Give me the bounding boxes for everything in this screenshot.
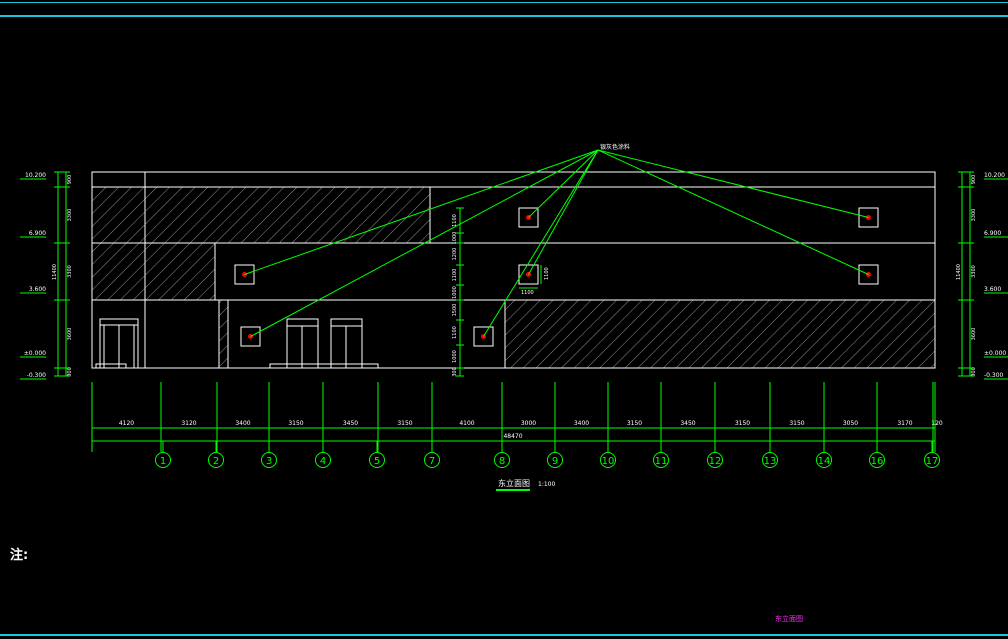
vertical-dim-label: 3300 <box>67 209 73 222</box>
level-label: ±0.000 <box>984 350 1006 357</box>
axis-label: 1 <box>160 456 166 467</box>
axis-label: 4 <box>320 456 326 467</box>
dim-label: 3450 <box>343 420 358 427</box>
dim-label: 3450 <box>680 420 695 427</box>
axis-label: 10 <box>602 456 615 467</box>
level-label: 3.600 <box>984 286 1001 293</box>
axis-label: 5 <box>374 456 380 467</box>
leader-line <box>597 149 869 218</box>
hatch-upper-left <box>91 186 431 244</box>
axis-label: 13 <box>764 456 777 467</box>
window-dim-label-v: 1100 <box>544 267 550 280</box>
mid-vertical-dim-label: 1200 <box>452 248 458 261</box>
axis-label: 11 <box>655 456 668 467</box>
dim-label: 3050 <box>843 420 858 427</box>
level-label: 6.900 <box>984 230 1001 237</box>
mid-vertical-dim-label: 1000 <box>452 286 458 299</box>
hatch-ground-right <box>504 299 936 369</box>
drawing-title: 东立面图 <box>498 478 530 488</box>
vertical-dim-label: 3300 <box>971 209 977 222</box>
level-label: ±0.000 <box>24 350 46 357</box>
vertical-dim-label: 300 <box>67 367 73 377</box>
window-dim-label: 1100 <box>521 290 534 296</box>
dim-label: 3170 <box>897 420 912 427</box>
vertical-total-label: 11400 <box>52 264 58 280</box>
horizontal-dimensions: 4120 3120 3400 3150 3450 3150 4100 3000 3400 3150… <box>91 382 943 452</box>
dim-label: 3150 <box>627 420 642 427</box>
dim-label: 3120 <box>181 420 196 427</box>
material-callout: 银灰色涂料 <box>600 143 630 151</box>
vertical-dim-label: 900 <box>67 175 73 185</box>
mid-vertical-dim-label: 300 <box>452 367 458 377</box>
axis-label: 14 <box>818 456 831 467</box>
elevation-drawing: 11001100 银灰色涂料 4120 3120 3400 3150 3450 3150 4… <box>20 143 1008 491</box>
mid-vertical-dim-label: 1000 <box>452 232 458 245</box>
level-label: 10.200 <box>984 172 1005 179</box>
dim-label: 3150 <box>288 420 303 427</box>
axis-label: 3 <box>266 456 272 467</box>
mid-vertical-dim-label: 1100 <box>452 269 458 282</box>
mid-vertical-dim-label: 1100 <box>452 326 458 339</box>
drawing-scale: 1:100 <box>538 481 555 488</box>
dim-label: 3150 <box>735 420 750 427</box>
dim-label: 4120 <box>119 420 134 427</box>
hatched-wall-areas <box>91 186 936 369</box>
axis-label: 9 <box>552 456 558 467</box>
vertical-dim-label: 3300 <box>67 265 73 278</box>
total-dim-label: 48470 <box>503 433 522 440</box>
dim-label: 4100 <box>459 420 474 427</box>
doors <box>95 318 379 369</box>
hatch-mid-left <box>91 242 216 301</box>
axis-label: 16 <box>871 456 884 467</box>
dim-label: 3000 <box>521 420 536 427</box>
level-label: -0.300 <box>27 372 47 379</box>
hatch-ground-pillar <box>218 299 229 369</box>
axis-label: 12 <box>709 456 722 467</box>
dim-label: 120 <box>931 420 943 427</box>
vertical-dim-label: 300 <box>971 367 977 377</box>
sheet-label: 东立面图 <box>775 615 803 623</box>
level-label: 3.600 <box>29 286 46 293</box>
mid-vertical-dim-label: 1000 <box>452 350 458 363</box>
dim-label: 3150 <box>789 420 804 427</box>
vertical-total-label: 11400 <box>956 264 962 280</box>
level-label: 10.200 <box>25 172 46 179</box>
axis-label: 7 <box>429 456 435 467</box>
axis-bubbles: 1 2 3 4 5 7 8 9 10 11 12 13 14 16 17 <box>155 441 940 468</box>
mid-vertical-dim-label: 1500 <box>452 304 458 317</box>
vertical-dim-label: 3600 <box>67 328 73 341</box>
axis-label: 2 <box>213 456 219 467</box>
mid-vertical-dim-label: 1100 <box>452 214 458 227</box>
note-label: 注: <box>10 548 29 563</box>
dim-label: 3150 <box>397 420 412 427</box>
dim-label: 3400 <box>574 420 589 427</box>
level-label: -0.300 <box>984 372 1004 379</box>
axis-label: 17 <box>926 456 939 467</box>
dim-label: 3400 <box>235 420 250 427</box>
vertical-dim-label: 3600 <box>971 328 977 341</box>
vertical-dim-label: 3300 <box>971 265 977 278</box>
level-label: 6.900 <box>29 230 46 237</box>
vertical-dim-label: 900 <box>971 175 977 185</box>
axis-label: 8 <box>499 456 505 467</box>
leader-line <box>597 149 869 275</box>
